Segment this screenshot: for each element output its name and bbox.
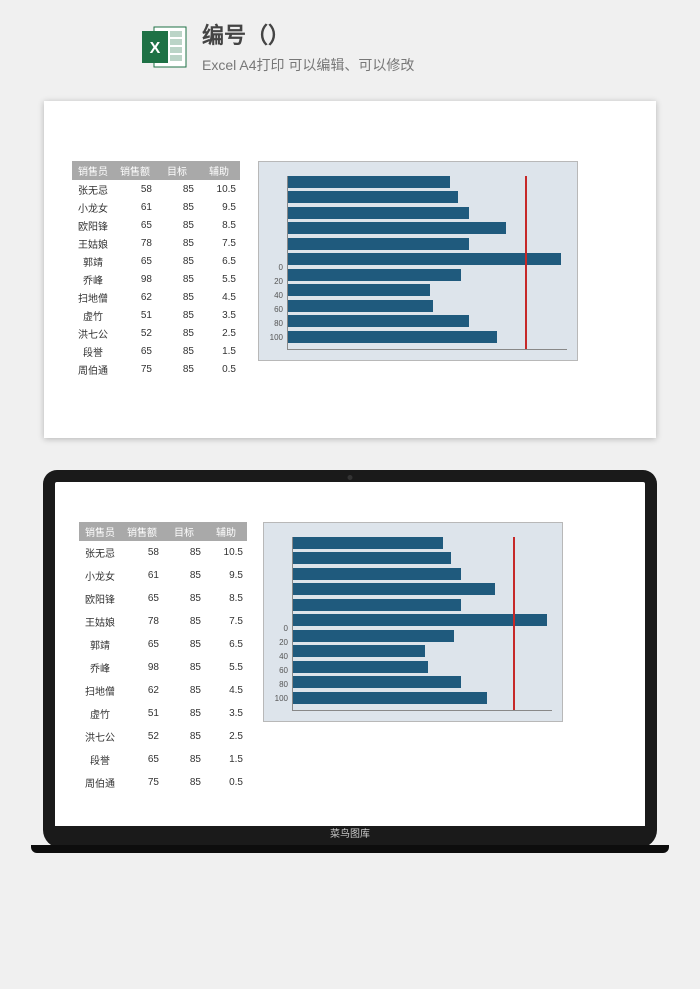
table-row: 郭靖65856.5 bbox=[79, 633, 247, 656]
table-header: 销售额 bbox=[121, 522, 163, 541]
chart-bar bbox=[293, 630, 454, 642]
excel-icon: X bbox=[140, 23, 188, 71]
chart-bar bbox=[288, 207, 469, 219]
svg-text:X: X bbox=[150, 40, 161, 57]
chart-bar bbox=[288, 300, 433, 312]
target-line bbox=[525, 176, 527, 349]
table-row: 周伯通75850.5 bbox=[72, 360, 240, 378]
target-line bbox=[513, 537, 515, 710]
table-row: 小龙女61859.5 bbox=[79, 564, 247, 587]
table-row: 乔峰98855.5 bbox=[79, 656, 247, 679]
chart-bar bbox=[293, 599, 461, 611]
chart-bar bbox=[293, 692, 487, 704]
table-row: 欧阳锋65858.5 bbox=[79, 587, 247, 610]
table-row: 乔峰98855.5 bbox=[72, 270, 240, 288]
table-header: 销售员 bbox=[72, 161, 114, 180]
table-row: 段誉65851.5 bbox=[79, 748, 247, 771]
table-header: 目标 bbox=[156, 161, 198, 180]
table-row: 王姑娘78857.5 bbox=[79, 610, 247, 633]
chart-bar bbox=[288, 238, 469, 250]
chart-bar bbox=[293, 645, 425, 657]
chart-bar bbox=[288, 269, 461, 281]
table-row: 张无忌588510.5 bbox=[79, 541, 247, 564]
table-row: 周伯通75850.5 bbox=[79, 771, 247, 794]
table-row: 洪七公52852.5 bbox=[72, 324, 240, 342]
chart-bar bbox=[288, 253, 561, 265]
table-row: 郭靖65856.5 bbox=[72, 252, 240, 270]
sales-table: 销售员销售额目标辅助 张无忌588510.5小龙女61859.5欧阳锋65858… bbox=[72, 161, 240, 378]
laptop-base: 菜鸟图库 bbox=[43, 826, 657, 848]
chart-bar bbox=[293, 537, 443, 549]
bar-chart: 020406080100 bbox=[258, 161, 578, 361]
chart-bar bbox=[288, 191, 458, 203]
table-row: 洪七公52852.5 bbox=[79, 725, 247, 748]
sales-table-laptop: 销售员销售额目标辅助 张无忌588510.5小龙女61859.5欧阳锋65858… bbox=[79, 522, 247, 794]
chart-bar bbox=[288, 222, 506, 234]
chart-bar bbox=[293, 614, 547, 626]
chart-bar bbox=[293, 568, 461, 580]
table-row: 虚竹51853.5 bbox=[72, 306, 240, 324]
table-row: 小龙女61859.5 bbox=[72, 198, 240, 216]
preview-card: 销售员销售额目标辅助 张无忌588510.5小龙女61859.5欧阳锋65858… bbox=[44, 101, 656, 438]
table-row: 王姑娘78857.5 bbox=[72, 234, 240, 252]
table-row: 欧阳锋65858.5 bbox=[72, 216, 240, 234]
table-row: 段誉65851.5 bbox=[72, 342, 240, 360]
chart-bar bbox=[288, 331, 497, 343]
table-header: 销售额 bbox=[114, 161, 156, 180]
table-row: 虚竹51853.5 bbox=[79, 702, 247, 725]
table-header: 辅助 bbox=[205, 522, 247, 541]
page-subtitle: Excel A4打印 可以编辑、可以修改 bbox=[202, 55, 414, 75]
laptop-mockup: 销售员销售额目标辅助 张无忌588510.5小龙女61859.5欧阳锋65858… bbox=[43, 470, 657, 848]
chart-bar bbox=[288, 176, 450, 188]
table-header: 销售员 bbox=[79, 522, 121, 541]
laptop-screen: 销售员销售额目标辅助 张无忌588510.5小龙女61859.5欧阳锋65858… bbox=[43, 470, 657, 826]
chart-bar bbox=[288, 284, 430, 296]
table-row: 张无忌588510.5 bbox=[72, 180, 240, 198]
page-header: X 编号（） Excel A4打印 可以编辑、可以修改 bbox=[0, 0, 700, 89]
bar-chart-laptop: 020406080100 bbox=[263, 522, 563, 722]
page-title: 编号（） bbox=[202, 18, 414, 50]
table-header: 目标 bbox=[163, 522, 205, 541]
table-row: 扫地僧62854.5 bbox=[79, 679, 247, 702]
chart-bar bbox=[293, 676, 461, 688]
table-header: 辅助 bbox=[198, 161, 240, 180]
watermark-text: 菜鸟图库 bbox=[330, 829, 370, 840]
chart-bar bbox=[293, 552, 451, 564]
chart-bar bbox=[288, 315, 469, 327]
chart-bar bbox=[293, 583, 495, 595]
table-row: 扫地僧62854.5 bbox=[72, 288, 240, 306]
chart-bar bbox=[293, 661, 428, 673]
